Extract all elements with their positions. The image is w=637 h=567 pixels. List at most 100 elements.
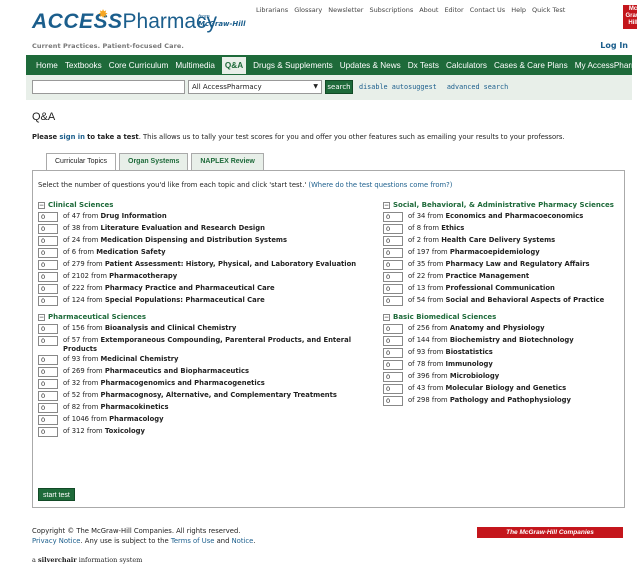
category-heading[interactable]: − Social, Behavioral, & Administrative Ph… [383, 201, 619, 209]
mcgraw-hill-companies-logo[interactable]: The McGraw·Hill Companies [477, 527, 623, 538]
question-count-input[interactable]: 0 [38, 272, 58, 282]
instructions: Select the number of questions you'd lik… [38, 181, 452, 189]
topic-count: of 43 from [408, 384, 444, 392]
category-heading[interactable]: − Pharmaceutical Sciences [38, 313, 378, 321]
nav-item-multimedia[interactable]: Multimedia [175, 58, 215, 73]
question-count-input[interactable]: 0 [38, 415, 58, 425]
top-link-newsletter[interactable]: Newsletter [328, 6, 363, 14]
question-count-input[interactable]: 0 [38, 367, 58, 377]
question-count-input[interactable]: 0 [38, 236, 58, 246]
nav-item-drugs-supplements[interactable]: Drugs & Supplements [253, 58, 333, 73]
question-count-input[interactable]: 0 [383, 348, 403, 358]
tab-organ-systems[interactable]: Organ Systems [119, 153, 189, 170]
nav-item-core-curriculum[interactable]: Core Curriculum [109, 58, 169, 73]
question-count-input[interactable]: 0 [38, 391, 58, 401]
nav-item-q-a[interactable]: Q&A [221, 56, 247, 74]
silverchair-rest: information system [78, 556, 143, 564]
topic-name: Microbiology [449, 372, 500, 380]
tab-naplex-review[interactable]: NAPLEX Review [191, 153, 264, 170]
question-count-input[interactable]: 0 [383, 224, 403, 234]
question-count-input[interactable]: 0 [38, 324, 58, 334]
start-test-button[interactable]: start test [38, 488, 75, 501]
nav-item-calculators[interactable]: Calculators [446, 58, 487, 73]
question-count-input[interactable]: 0 [383, 248, 403, 258]
nav-item-my-accesspharmacy[interactable]: My AccessPharmacy [575, 58, 637, 73]
category-heading[interactable]: − Basic Biomedical Sciences [383, 313, 619, 321]
top-link-editor[interactable]: Editor [444, 6, 463, 14]
question-count-input[interactable]: 0 [38, 248, 58, 258]
question-count-input[interactable]: 0 [383, 396, 403, 406]
top-link-help[interactable]: Help [511, 6, 526, 14]
disable-autosuggest-link[interactable]: disable autosuggest [359, 83, 437, 91]
search-links: disable autosuggest advanced search [359, 83, 514, 91]
question-count-input[interactable]: 0 [383, 336, 403, 346]
nav-item-updates-news[interactable]: Updates & News [340, 58, 401, 73]
question-count-input[interactable]: 0 [383, 284, 403, 294]
topic-row: 0 of 22 from Practice Management [383, 272, 619, 282]
chevron-down-icon: ▼ [313, 83, 318, 90]
question-count-input[interactable]: 0 [38, 224, 58, 234]
search-input[interactable] [32, 80, 185, 94]
topic-label: of 156 from Bioanalysis and Clinical Che… [63, 324, 236, 333]
category-heading[interactable]: − Clinical Sciences [38, 201, 378, 209]
topic-row: 0 of 269 from Pharmaceutics and Biopharma… [38, 367, 378, 377]
copyright: Copyright © The McGraw-Hill Companies. A… [32, 527, 241, 535]
search-button[interactable]: search [325, 80, 353, 94]
question-count-input[interactable]: 0 [383, 384, 403, 394]
intro-suffix: . This allows us to tally your test scor… [138, 133, 565, 141]
topic-tabs: Curricular Topics Organ Systems NAPLEX Rev… [46, 153, 267, 170]
login-link[interactable]: Log In [600, 41, 628, 50]
question-count-input[interactable]: 0 [38, 403, 58, 413]
nav-item-cases-care-plans[interactable]: Cases & Care Plans [494, 58, 568, 73]
top-link-glossary[interactable]: Glossary [294, 6, 322, 14]
question-source-link[interactable]: (Where do the test questions come from?) [308, 181, 452, 189]
top-link-about[interactable]: About [419, 6, 438, 14]
question-count-input[interactable]: 0 [38, 260, 58, 270]
tab-curricular-topics[interactable]: Curricular Topics [46, 153, 116, 170]
nav-item-dx-tests[interactable]: Dx Tests [408, 58, 439, 73]
question-count-input[interactable]: 0 [383, 212, 403, 222]
question-count-input[interactable]: 0 [38, 355, 58, 365]
collapse-icon[interactable]: − [383, 313, 390, 321]
topic-name: Ethics [441, 224, 465, 232]
sign-in-link[interactable]: sign in [59, 133, 85, 141]
collapse-icon[interactable]: − [38, 313, 45, 321]
topic-row: 0 of 47 from Drug Information [38, 212, 378, 222]
question-count-input[interactable]: 0 [383, 272, 403, 282]
privacy-notice-link[interactable]: Privacy Notice [32, 537, 80, 545]
question-count-input[interactable]: 0 [38, 284, 58, 294]
notice-link[interactable]: Notice [232, 537, 254, 545]
topic-label: of 2 from Health Care Delivery Systems [408, 236, 555, 245]
question-count-input[interactable]: 0 [383, 236, 403, 246]
question-count-input[interactable]: 0 [38, 336, 58, 346]
accesspharmacy-logo[interactable]: ACCESS ✸ Pharmacy from McGraw-Hill [32, 7, 245, 38]
instructions-text: Select the number of questions you'd lik… [38, 181, 307, 189]
topic-name: Biostatistics [445, 348, 493, 356]
topic-name: Drug Information [100, 212, 167, 220]
question-count-input[interactable]: 0 [383, 260, 403, 270]
topic-row: 0 of 2 from Health Care Delivery Systems [383, 236, 619, 246]
question-count-input[interactable]: 0 [383, 296, 403, 306]
question-count-input[interactable]: 0 [383, 324, 403, 334]
collapse-icon[interactable]: − [38, 201, 45, 209]
top-link-quick-test[interactable]: Quick Test [532, 6, 565, 14]
collapse-icon[interactable]: − [383, 201, 390, 209]
top-link-subscriptions[interactable]: Subscriptions [369, 6, 413, 14]
top-link-librarians[interactable]: Librarians [256, 6, 288, 14]
terms-of-use-link[interactable]: Terms of Use [171, 537, 215, 545]
question-count-input[interactable]: 0 [383, 360, 403, 370]
topic-count: of 38 from [63, 224, 99, 232]
question-count-input[interactable]: 0 [38, 379, 58, 389]
question-count-input[interactable]: 0 [38, 296, 58, 306]
topic-row: 0 of 2102 from Pharmacotherapy [38, 272, 378, 282]
nav-item-home[interactable]: Home [36, 58, 58, 73]
topic-label: of 52 from Pharmacognosy, Alternative, a… [63, 391, 337, 400]
top-link-contact-us[interactable]: Contact Us [470, 6, 506, 14]
question-count-input[interactable]: 0 [38, 427, 58, 437]
search-scope-select[interactable]: All AccessPharmacy ▼ [188, 80, 322, 94]
topics-panel: Select the number of questions you'd lik… [32, 170, 625, 508]
advanced-search-link[interactable]: advanced search [447, 83, 508, 91]
question-count-input[interactable]: 0 [383, 372, 403, 382]
nav-item-textbooks[interactable]: Textbooks [65, 58, 102, 73]
question-count-input[interactable]: 0 [38, 212, 58, 222]
